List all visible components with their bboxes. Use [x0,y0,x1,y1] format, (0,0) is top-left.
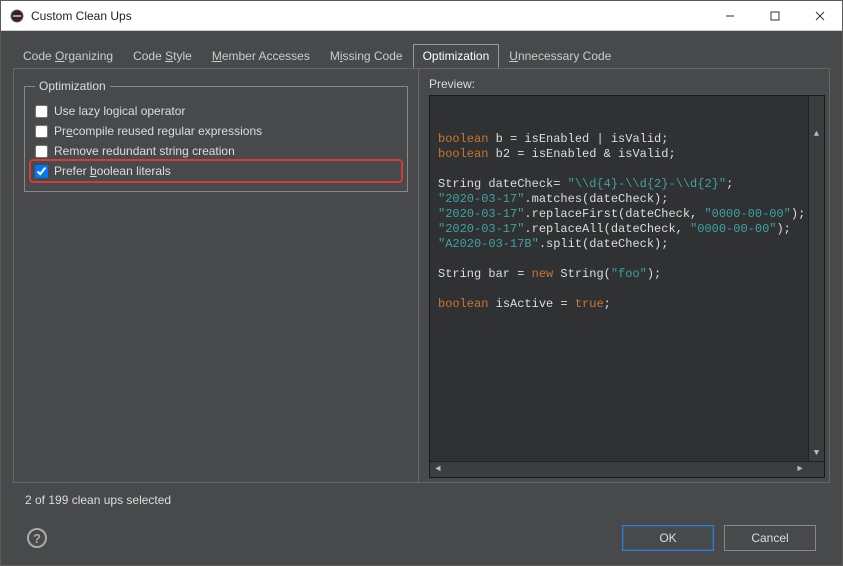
option-label[interactable]: Remove redundant string creation [54,144,235,158]
scroll-corner [808,462,824,478]
option-label[interactable]: Precompile reused regular expressions [54,124,262,138]
tab-member-accesses[interactable]: Member Accesses [202,44,320,68]
dialog-window: Custom Clean Ups Code OrganizingCode Sty… [0,0,843,566]
help-icon[interactable]: ? [27,528,47,548]
optimization-legend: Optimization [35,79,110,93]
option-label[interactable]: Use lazy logical operator [54,104,185,118]
close-button[interactable] [797,1,842,30]
preview-pane: Preview: boolean b = isEnabled | isValid… [419,69,829,482]
option-row: Use lazy logical operator [35,101,397,121]
option-checkbox[interactable] [35,165,48,178]
vertical-scrollbar[interactable]: ▲ ▼ [808,96,824,461]
minimize-button[interactable] [707,1,752,30]
option-row: Remove redundant string creation [35,141,397,161]
option-checkbox[interactable] [35,105,48,118]
option-label[interactable]: Prefer boolean literals [54,164,171,178]
tab-optimization[interactable]: Optimization [413,44,500,68]
preview-label: Preview: [429,77,825,91]
scroll-track[interactable] [809,112,824,445]
tab-missing-code[interactable]: Missing Code [320,44,413,68]
scroll-right-arrow-icon[interactable]: ► [792,462,808,477]
tab-bar: Code OrganizingCode StyleMember Accesses… [13,44,830,69]
tab-panel: Optimization Use lazy logical operator Pr… [13,68,830,483]
title-bar: Custom Clean Ups [1,1,842,31]
dialog-body: Code OrganizingCode StyleMember Accesses… [1,31,842,565]
option-row: Precompile reused regular expressions [35,121,397,141]
tab-code-style[interactable]: Code Style [123,44,202,68]
app-icon [9,8,25,24]
options-pane: Optimization Use lazy logical operator Pr… [14,69,419,482]
scroll-down-arrow-icon[interactable]: ▼ [809,445,824,461]
option-row: Prefer boolean literals [32,162,400,180]
status-text: 2 of 199 clean ups selected [13,483,830,507]
tab-unnecessary-code[interactable]: Unnecessary Code [499,44,621,68]
option-checkbox[interactable] [35,145,48,158]
scroll-left-arrow-icon[interactable]: ◄ [430,462,446,477]
dialog-footer: ? OK Cancel [13,507,830,565]
cancel-button[interactable]: Cancel [724,525,816,551]
option-checkbox[interactable] [35,125,48,138]
horizontal-scrollbar[interactable]: ◄ ► [430,461,824,477]
preview-code: boolean b = isEnabled | isValid;boolean … [429,95,825,478]
ok-button[interactable]: OK [622,525,714,551]
window-controls [707,1,842,30]
maximize-button[interactable] [752,1,797,30]
window-title: Custom Clean Ups [31,9,707,23]
optimization-group: Optimization Use lazy logical operator Pr… [24,79,408,192]
tab-code-organizing[interactable]: Code Organizing [13,44,123,68]
